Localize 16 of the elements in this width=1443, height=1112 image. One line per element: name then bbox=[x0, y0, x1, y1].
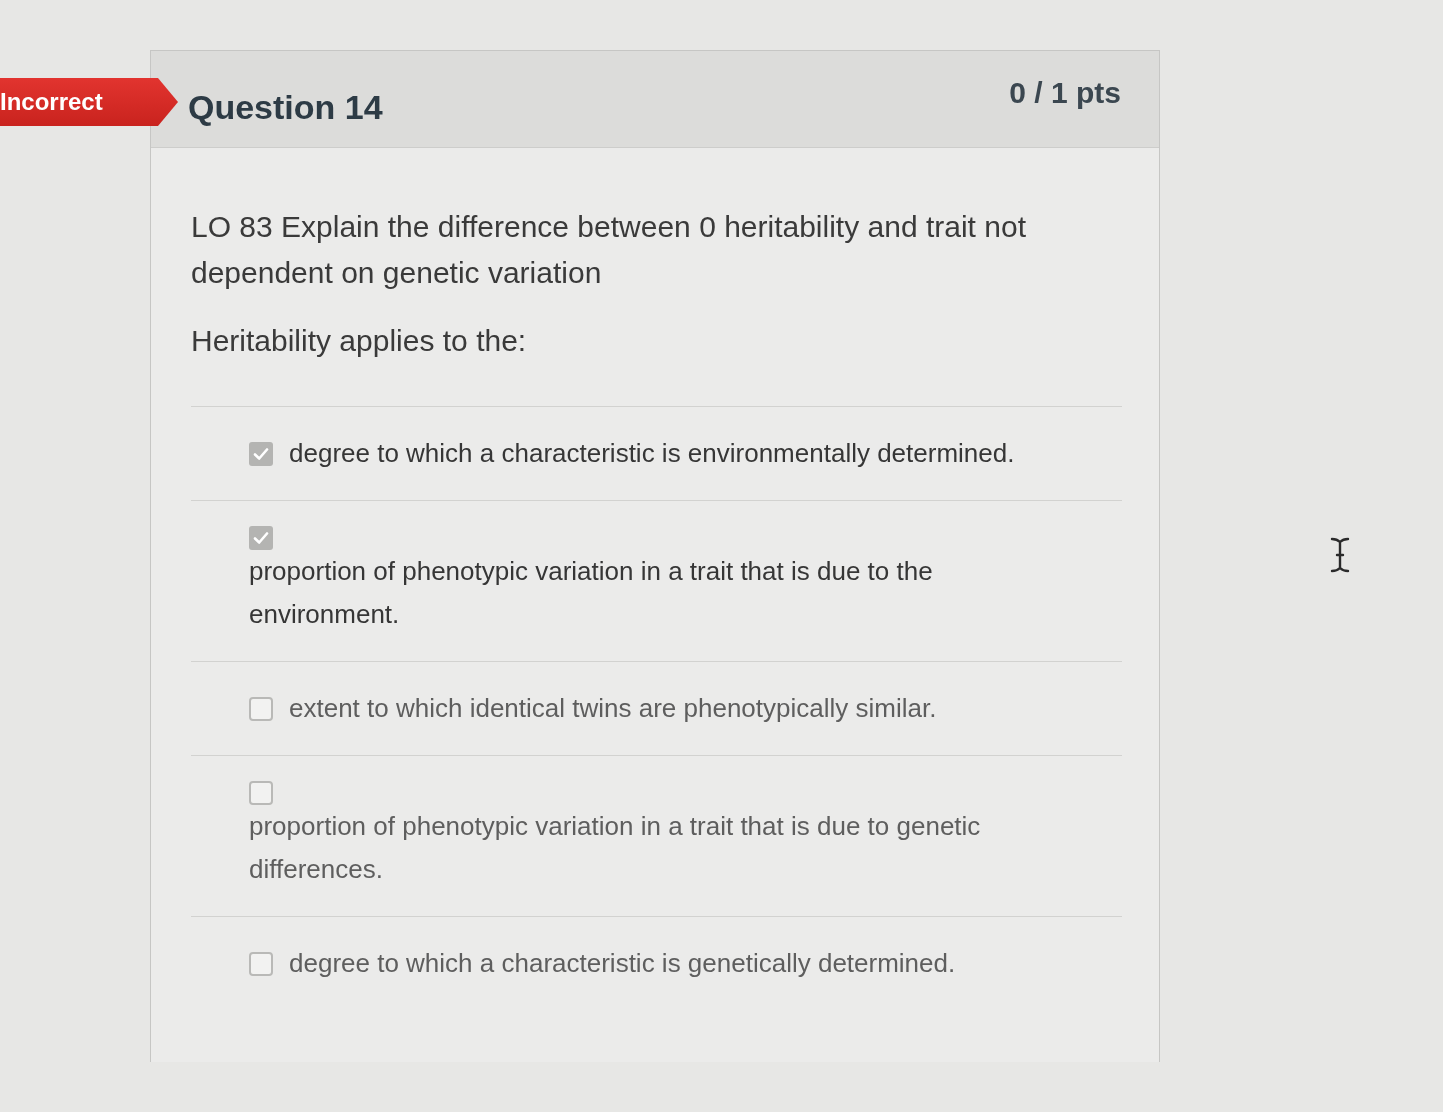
checkbox[interactable] bbox=[249, 781, 273, 805]
question-text: Heritability applies to the: bbox=[191, 323, 528, 359]
answer-label: extent to which identical twins are phenotypically similar. bbox=[289, 692, 937, 725]
answer-label: degree to which a characteristic is environmentally determined. bbox=[289, 437, 1015, 470]
checkbox[interactable] bbox=[249, 951, 273, 976]
checkbox[interactable] bbox=[249, 441, 273, 466]
question-text: LO 83 Explain the difference between 0 heritability and trait not dependent on genetic variation bbox=[191, 209, 1027, 291]
answer-label: proportion of phenotypic variation in a trait that is due to the environment. bbox=[249, 555, 934, 631]
points-score: 0 / 1 pts bbox=[1009, 75, 1121, 111]
checkbox[interactable] bbox=[249, 526, 273, 550]
text-cursor-icon bbox=[1330, 537, 1350, 573]
answer-label: degree to which a characteristic is genetically determined. bbox=[289, 947, 956, 980]
question-title: Question 14 bbox=[188, 87, 383, 127]
answer-label: proportion of phenotypic variation in a trait that is due to genetic differences. bbox=[249, 810, 982, 886]
checkbox[interactable] bbox=[249, 696, 273, 721]
incorrect-banner: Incorrect bbox=[0, 78, 178, 126]
